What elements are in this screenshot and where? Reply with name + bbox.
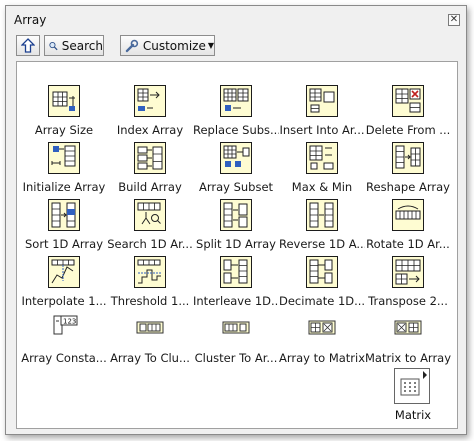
palette-item-initialize-array[interactable]: Initialize Array bbox=[21, 142, 107, 198]
palette-item-label: Reshape Array bbox=[366, 180, 450, 194]
palette-item-label: Split 1D Array bbox=[196, 237, 276, 251]
palette-item-label: Threshold 1... bbox=[110, 294, 190, 308]
palette-item-interleave-1d-arrays[interactable]: Interleave 1D... bbox=[193, 256, 279, 312]
palette-item-array-to-cluster[interactable]: Array To Clu... bbox=[107, 313, 193, 369]
delete-from-array-icon bbox=[392, 85, 424, 117]
palette-item-label: Max & Min bbox=[291, 180, 353, 194]
palette-item-search-1d-array[interactable]: Search 1D Ar... bbox=[107, 199, 193, 255]
palette-item-label: Array Subset bbox=[198, 180, 274, 194]
palette-item-array-to-matrix[interactable]: Array to Matrix bbox=[279, 313, 365, 369]
palette-item-label: Cluster To Ar... bbox=[194, 351, 278, 365]
palette-item-label: Array Size bbox=[34, 123, 94, 137]
matrix-to-array-icon bbox=[392, 313, 424, 345]
search-1d-array-icon bbox=[134, 199, 166, 231]
palette-item-threshold-1d-array[interactable]: Threshold 1... bbox=[107, 256, 193, 312]
reverse-1d-array-icon bbox=[306, 199, 338, 231]
customize-label: Customize bbox=[142, 38, 206, 53]
palette-item-sort-1d-array[interactable]: Sort 1D Array bbox=[21, 199, 107, 255]
palette-item-label: Insert Into Ar... bbox=[279, 123, 365, 137]
sort-1d-array-icon bbox=[48, 199, 80, 231]
array-to-cluster-icon bbox=[134, 313, 166, 345]
search-button[interactable]: Search bbox=[44, 35, 104, 56]
palette-item-transpose-2d-array[interactable]: Transpose 2... bbox=[365, 256, 451, 312]
initialize-array-icon bbox=[48, 142, 80, 174]
palette-item-label: Interleave 1D... bbox=[193, 294, 279, 308]
replace-subset-icon bbox=[220, 85, 252, 117]
svg-text:123: 123 bbox=[63, 318, 76, 326]
subpalette-matrix[interactable]: Matrix bbox=[392, 368, 434, 424]
array-subset-icon bbox=[220, 142, 252, 174]
palette-item-delete-from-array[interactable]: Delete From ... bbox=[365, 85, 451, 141]
reshape-array-icon bbox=[392, 142, 424, 174]
subpalette-label: Matrix bbox=[394, 408, 432, 422]
palette-item-matrix-to-array[interactable]: Matrix to Array bbox=[365, 313, 451, 369]
decimate-1d-array-icon bbox=[306, 256, 338, 288]
palette-toolbar: Search Customize ▼ bbox=[16, 35, 458, 57]
palette-item-replace-subset[interactable]: Replace Subs... bbox=[193, 85, 279, 141]
customize-button[interactable]: Customize ▼ bbox=[120, 35, 215, 56]
palette-item-reshape-array[interactable]: Reshape Array bbox=[365, 142, 451, 198]
title-bar[interactable]: Array ✕ bbox=[6, 6, 466, 33]
palette-item-label: Rotate 1D Ar... bbox=[366, 237, 450, 251]
palette-item-max-min[interactable]: Max & Min bbox=[279, 142, 365, 198]
wrench-icon bbox=[125, 39, 139, 52]
search-icon bbox=[49, 41, 58, 50]
palette-item-rotate-1d-array[interactable]: Rotate 1D Ar... bbox=[365, 199, 451, 255]
up-button[interactable] bbox=[16, 35, 40, 56]
palette-item-interpolate-1d-array[interactable]: Interpolate 1... bbox=[21, 256, 107, 312]
close-icon[interactable]: ✕ bbox=[448, 14, 460, 26]
insert-into-array-icon bbox=[306, 85, 338, 117]
array-constant-icon: 123 bbox=[48, 313, 80, 345]
palette-item-label: Replace Subs... bbox=[193, 123, 279, 137]
interpolate-1d-array-icon bbox=[48, 256, 80, 288]
palette-item-label: Build Array bbox=[118, 180, 182, 194]
palette-item-label: Matrix to Array bbox=[365, 351, 451, 365]
palette-item-label: Transpose 2... bbox=[368, 294, 448, 308]
up-arrow-icon bbox=[21, 38, 35, 53]
palette-item-cluster-to-array[interactable]: Cluster To Ar... bbox=[193, 313, 279, 369]
index-array-icon bbox=[134, 85, 166, 117]
palette-item-build-array[interactable]: Build Array bbox=[107, 142, 193, 198]
interleave-1d-arrays-icon bbox=[220, 256, 252, 288]
transpose-2d-array-icon bbox=[392, 256, 424, 288]
cluster-to-array-icon bbox=[220, 313, 252, 345]
palette-item-array-constant[interactable]: 123 Array Consta... bbox=[21, 313, 107, 369]
palette-item-label: Sort 1D Array bbox=[24, 237, 104, 251]
palette-item-label: Reverse 1D A... bbox=[279, 237, 365, 251]
window-title: Array bbox=[14, 13, 47, 27]
palette-item-array-subset[interactable]: Array Subset bbox=[193, 142, 279, 198]
palette-item-split-1d-array[interactable]: Split 1D Array bbox=[193, 199, 279, 255]
palette-item-label: Interpolate 1... bbox=[21, 294, 107, 308]
search-label: Search bbox=[61, 38, 103, 53]
palette-item-label: Array To Clu... bbox=[110, 351, 190, 365]
palette-item-label: Index Array bbox=[116, 123, 184, 137]
array-palette-window: Array ✕ Search Customize ▼ Array Size In… bbox=[5, 5, 467, 435]
palette-item-label: Search 1D Ar... bbox=[107, 237, 193, 251]
array-size-icon bbox=[48, 85, 80, 117]
palette-grid: Array Size Index Array Replace Subs... I… bbox=[16, 61, 458, 429]
dropdown-arrow-icon: ▼ bbox=[207, 41, 214, 50]
palette-item-label: Decimate 1D... bbox=[279, 294, 365, 308]
array-to-matrix-icon bbox=[306, 313, 338, 345]
split-1d-array-icon bbox=[220, 199, 252, 231]
build-array-icon bbox=[134, 142, 166, 174]
palette-item-label: Array to Matrix bbox=[279, 351, 365, 365]
threshold-1d-array-icon bbox=[134, 256, 166, 288]
rotate-1d-array-icon bbox=[392, 199, 424, 231]
palette-item-reverse-1d-array[interactable]: Reverse 1D A... bbox=[279, 199, 365, 255]
matrix-subpalette-icon bbox=[394, 368, 430, 404]
palette-item-label: Array Consta... bbox=[21, 351, 107, 365]
palette-item-array-size[interactable]: Array Size bbox=[21, 85, 107, 141]
palette-item-index-array[interactable]: Index Array bbox=[107, 85, 193, 141]
palette-item-decimate-1d-array[interactable]: Decimate 1D... bbox=[279, 256, 365, 312]
palette-item-insert-into-array[interactable]: Insert Into Ar... bbox=[279, 85, 365, 141]
palette-item-label: Delete From ... bbox=[365, 123, 451, 137]
palette-item-label: Initialize Array bbox=[22, 180, 106, 194]
max-min-icon bbox=[306, 142, 338, 174]
